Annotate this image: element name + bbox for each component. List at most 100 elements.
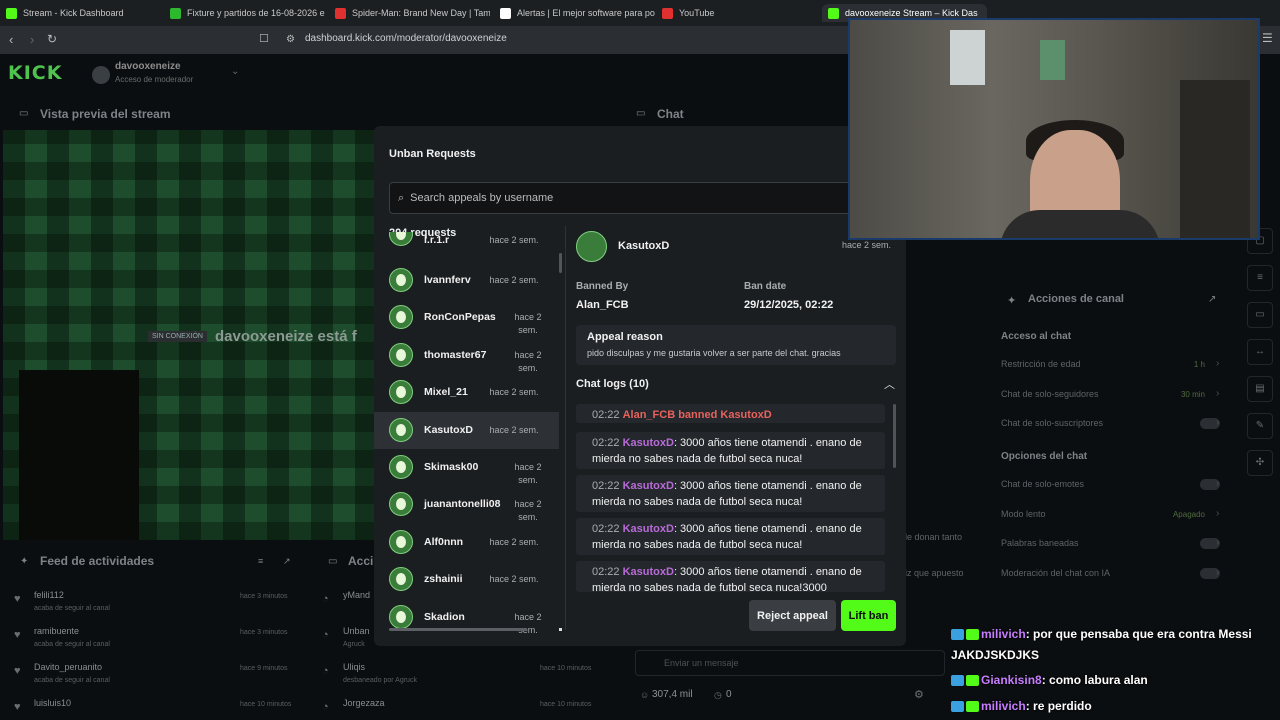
action-name[interactable]: Jorgezaza	[343, 698, 385, 708]
chat-log-entry: 02:22 KasutoxD: 3000 años tiene otamendi…	[576, 518, 885, 555]
request-row[interactable]: juanantonelli08 hace 2 sem.	[374, 486, 559, 523]
feed-name[interactable]: felili112	[34, 590, 64, 600]
preview-title: Vista previa del stream	[40, 107, 171, 121]
chevron-right-icon[interactable]: ›	[1216, 567, 1219, 578]
chat-options-section: Opciones del chat	[1001, 451, 1088, 462]
kick-logo[interactable]: KICK	[8, 62, 62, 84]
action-icon: ◔	[322, 629, 329, 641]
feed-name[interactable]: Davito_peruanito	[34, 662, 102, 672]
chevron-right-icon[interactable]: ›	[1216, 358, 1219, 369]
scroll-dot	[559, 628, 562, 631]
logs-scrollbar[interactable]	[893, 404, 896, 468]
request-row[interactable]: Skimask00 hace 2 sem.	[374, 449, 559, 486]
action-icon: ◔	[322, 593, 329, 605]
request-row[interactable]: zshainii hace 2 sem.	[374, 561, 559, 598]
chat-text: : como labura alan	[1041, 673, 1148, 687]
toolbar-icon[interactable]: ✣	[1247, 450, 1273, 476]
tab-label: Fixture y partidos de 16-08-2026 en	[187, 8, 325, 18]
url-text[interactable]: dashboard.kick.com/moderator/davooxeneiz…	[305, 33, 507, 44]
setting-value: Apagado	[1172, 509, 1205, 519]
heart-icon: ♥	[14, 701, 21, 713]
browser-tab[interactable]: Spider-Man: Brand New Day | Tame I	[335, 4, 490, 22]
toolbar-icon[interactable]: ↔	[1247, 339, 1273, 365]
setting-label[interactable]: Moderación del chat con IA	[1001, 568, 1110, 578]
user-avatar	[389, 455, 413, 479]
channel-name[interactable]: davooxeneize	[115, 61, 181, 72]
channel-role: Acceso de moderador	[115, 75, 194, 84]
tab-favicon	[662, 7, 673, 19]
chat-settings-icon[interactable]: ⚙	[914, 688, 924, 701]
setting-value: 30 min	[1180, 389, 1205, 399]
setting-label[interactable]: Chat de solo-seguidores	[1001, 389, 1099, 399]
request-row[interactable]: RonConPepas hace 2 sem.	[374, 299, 559, 336]
setting-label[interactable]: Modo lento	[1001, 509, 1046, 519]
list-scrollbar[interactable]	[559, 253, 562, 273]
request-row[interactable]: thomaster67 hace 2 sem.	[374, 337, 559, 374]
badge-icon	[966, 675, 979, 687]
log-username[interactable]: KasutoxD	[623, 437, 674, 449]
reject-appeal-button[interactable]: Reject appeal	[749, 600, 836, 631]
feed-name[interactable]: ramibuente	[34, 626, 79, 636]
request-row[interactable]: lvannferv hace 2 sem.	[374, 262, 559, 299]
chat-title: Chat	[657, 107, 684, 121]
lift-ban-button[interactable]: Lift ban	[841, 600, 896, 631]
channel-actions-title: Acciones de canal	[1028, 293, 1124, 305]
toolbar-icon[interactable]: ▭	[1247, 302, 1273, 328]
log-time: 02:22	[592, 523, 620, 535]
action-name[interactable]: Uliqis	[343, 662, 365, 672]
feed-title: Feed de actividades	[40, 554, 155, 568]
log-username[interactable]: KasutoxD	[623, 480, 674, 492]
detail-username[interactable]: KasutoxD	[618, 240, 669, 252]
browser-tab[interactable]: Alertas | El mejor software para pote	[500, 4, 655, 22]
action-name[interactable]: yMand	[343, 590, 370, 600]
horizontal-scrollbar[interactable]	[389, 628, 527, 631]
setting-label[interactable]: Chat de solo-suscriptores	[1001, 418, 1103, 428]
log-username[interactable]: KasutoxD	[623, 523, 674, 535]
back-icon[interactable]: ‹	[9, 32, 13, 47]
action-name[interactable]: Unban	[343, 626, 370, 636]
setting-label[interactable]: Restricción de edad	[1001, 359, 1081, 369]
request-row[interactable]: KasutoxD hace 2 sem.	[374, 411, 559, 449]
toolbar-icon[interactable]: ▤	[1247, 376, 1273, 402]
menu-icon[interactable]: ☰	[1262, 31, 1273, 45]
toolbar-icon[interactable]: ✎	[1247, 413, 1273, 439]
request-row[interactable]: Mixel_21 hace 2 sem.	[374, 374, 559, 411]
setting-label[interactable]: Palabras baneadas	[1001, 538, 1079, 548]
reload-icon[interactable]: ↻	[47, 32, 57, 46]
feed-sub: acaba de seguir al canal	[34, 641, 110, 648]
chevron-up-icon[interactable]: ︿	[884, 376, 895, 392]
toolbar-icon[interactable]: ≡	[1247, 265, 1273, 291]
chevron-right-icon[interactable]: ›	[1216, 508, 1219, 519]
request-username: Alf0nnn	[424, 535, 464, 548]
filter-icon[interactable]: ≡	[258, 556, 263, 566]
browser-tab[interactable]: Fixture y partidos de 16-08-2026 en	[170, 4, 325, 22]
request-row[interactable]: l.r.1.r hace 2 sem.	[374, 232, 559, 254]
user-avatar	[389, 232, 413, 246]
chat-logs-title[interactable]: Chat logs (10)	[576, 378, 649, 390]
popout-icon[interactable]: ↗	[1208, 294, 1216, 305]
request-row[interactable]: Alf0nnn hace 2 sem.	[374, 524, 559, 561]
action-icon: ◔	[322, 701, 329, 713]
site-info-icon[interactable]: ⚙	[286, 34, 295, 45]
chevron-right-icon[interactable]: ›	[1216, 478, 1219, 489]
log-username[interactable]: KasutoxD	[623, 566, 674, 578]
bookmark-icon[interactable]: ☐	[259, 32, 269, 45]
actions-title: Acci	[348, 554, 374, 568]
chevron-down-icon[interactable]: ⌄	[231, 66, 239, 77]
request-time: hace 2 sem.	[489, 574, 539, 585]
setting-label[interactable]: Chat de solo-emotes	[1001, 479, 1084, 489]
browser-tab[interactable]: YouTube	[662, 4, 802, 22]
chevron-right-icon[interactable]: ›	[1216, 537, 1219, 548]
feed-name[interactable]: luisluis10	[34, 698, 71, 708]
user-avatar	[389, 417, 413, 442]
chevron-right-icon[interactable]: ›	[1216, 417, 1219, 428]
tab-favicon	[500, 7, 511, 19]
request-username: Mixel_21	[424, 386, 468, 399]
chevron-right-icon[interactable]: ›	[1216, 388, 1219, 399]
forward-icon[interactable]: ›	[30, 32, 34, 47]
badge-icon	[951, 675, 964, 687]
search-input[interactable]: ⌕ Search appeals by username	[389, 182, 859, 214]
chat-input[interactable]: Enviar un mensaje	[635, 650, 945, 676]
browser-tab[interactable]: Stream - Kick Dashboard	[6, 4, 161, 22]
popout-icon[interactable]: ↗	[283, 556, 291, 567]
